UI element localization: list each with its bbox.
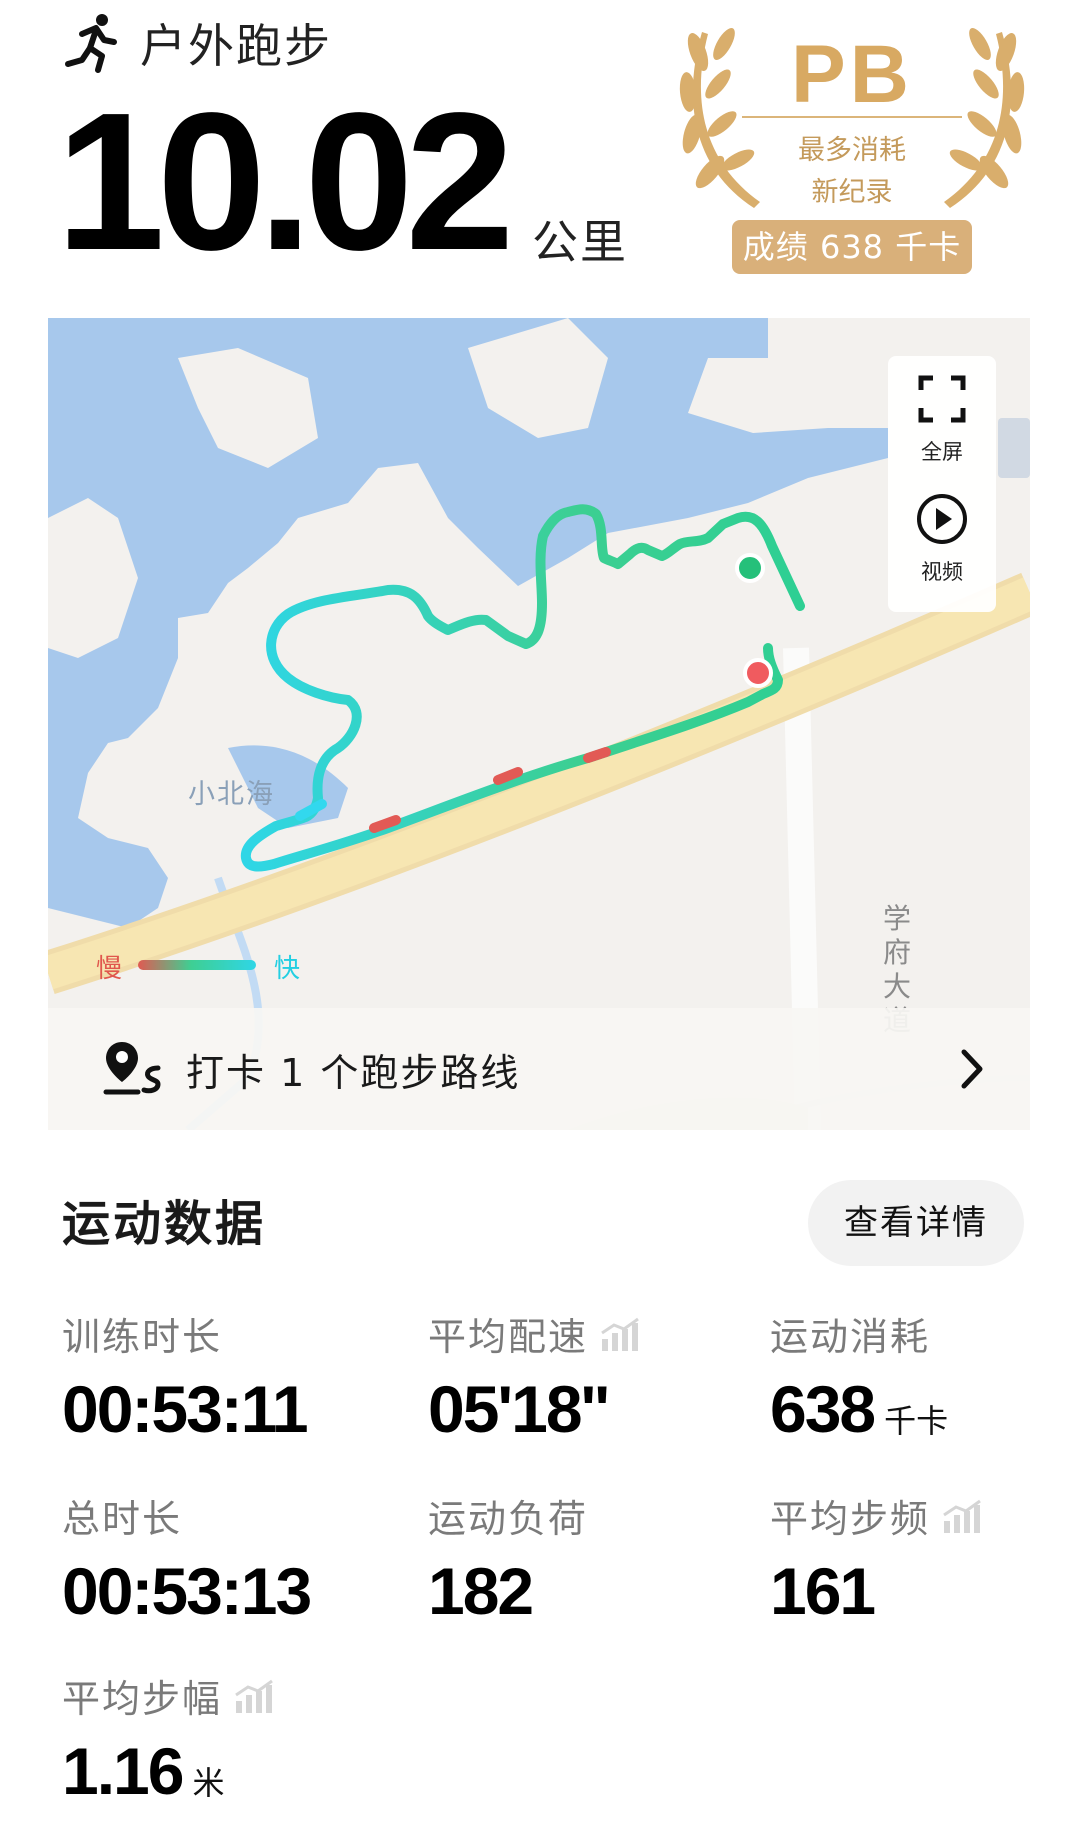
play-icon (917, 494, 967, 544)
pb-badge[interactable]: PB 最多消耗 新纪录 成绩 638 千卡 (676, 12, 1028, 274)
stat-unit: 千卡 (884, 1402, 949, 1440)
video-button[interactable]: 视频 (888, 492, 996, 586)
chevron-right-icon (961, 1049, 983, 1089)
stat-value: 00:53:11 (62, 1372, 309, 1446)
sport-name: 户外跑步 (140, 19, 332, 73)
trend-chart-icon (601, 1317, 639, 1351)
pb-title: PB (791, 29, 913, 120)
running-icon (65, 14, 117, 73)
pb-record-value: 成绩 638 千卡 (732, 220, 972, 274)
stat-avg-pace[interactable]: 平均配速 05'18'' (428, 1306, 640, 1447)
route-slow-segment (583, 747, 611, 763)
speed-legend-bar (138, 960, 256, 970)
fullscreen-label: 全屏 (921, 440, 963, 464)
stat-avg-cadence[interactable]: 平均步频 161 (770, 1488, 982, 1629)
stat-label: 运动负荷 (428, 1497, 589, 1541)
stat-unit: 米 (192, 1764, 225, 1802)
stat-total-duration: 总时长 00:53:13 (62, 1488, 312, 1629)
view-details-button[interactable]: 查看详情 (808, 1180, 1024, 1266)
legend-fast-label: 快 (274, 954, 301, 984)
stat-label: 总时长 (62, 1497, 183, 1541)
stat-value: 05'18'' (428, 1372, 610, 1446)
stat-training-duration: 训练时长 00:53:11 (62, 1306, 309, 1447)
stat-label: 运动消耗 (770, 1315, 931, 1359)
route-checkin-row[interactable]: 打卡 1 个跑步路线 (48, 1008, 1030, 1130)
trend-chart-icon (943, 1499, 981, 1533)
stat-avg-stride[interactable]: 平均步幅 1.16 米 (62, 1668, 274, 1809)
sport-type-row: 户外跑步 (62, 8, 332, 78)
section-title: 运动数据 (62, 1196, 267, 1252)
lake-label: 小北海 (188, 779, 275, 810)
fullscreen-icon (918, 375, 966, 423)
stat-label: 平均步幅 (62, 1677, 223, 1721)
route-end-marker (743, 658, 773, 688)
stat-value: 00:53:13 (62, 1554, 312, 1628)
map-label-fragment (998, 418, 1030, 478)
stat-label: 平均配速 (428, 1315, 589, 1359)
trend-chart-icon (235, 1679, 273, 1713)
pb-line-2: 新纪录 (811, 177, 893, 208)
legend-slow-label: 慢 (96, 954, 123, 984)
distance-unit: 公里 (532, 215, 628, 269)
stat-label: 训练时长 (62, 1315, 223, 1359)
checkin-text: 打卡 1 个跑步路线 (186, 1050, 521, 1095)
stat-value: 161 (770, 1554, 876, 1628)
stat-training-load: 运动负荷 182 (428, 1488, 588, 1629)
stat-value: 1.16 (62, 1734, 184, 1808)
route-start-marker (735, 553, 765, 583)
stat-value: 638 (770, 1372, 876, 1446)
pb-line-1: 最多消耗 (798, 135, 906, 166)
pb-divider (742, 116, 962, 118)
distance-value: 10.02 (56, 72, 514, 291)
route-pin-icon (103, 1042, 161, 1095)
stat-label: 平均步频 (770, 1497, 931, 1541)
stat-value: 182 (428, 1554, 534, 1628)
video-label: 视频 (921, 560, 963, 584)
map-controls: 全屏 视频 (888, 356, 996, 612)
stat-calories: 运动消耗 638 千卡 (770, 1306, 948, 1447)
fullscreen-button[interactable]: 全屏 (888, 372, 996, 466)
